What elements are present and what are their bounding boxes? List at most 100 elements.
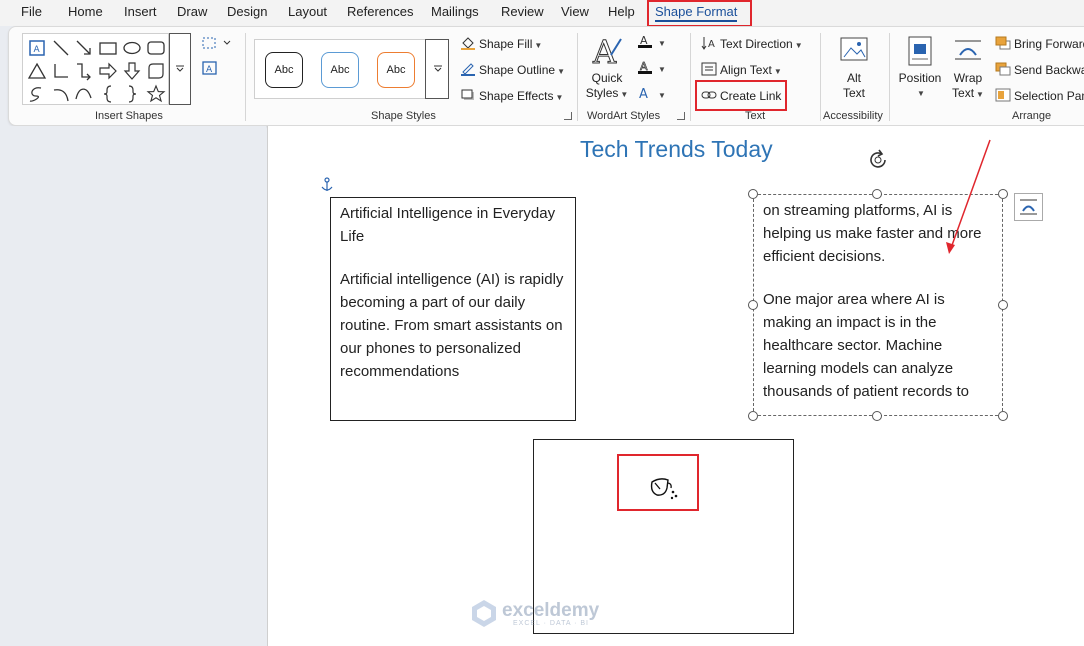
wordart-styles-dialog-launcher[interactable]	[677, 112, 685, 120]
quick-styles-button[interactable]: A Quick Styles ▼	[583, 33, 631, 102]
arrow-line-shape-icon[interactable]	[74, 38, 94, 58]
group-separator	[820, 33, 821, 121]
position-label: Position	[898, 71, 942, 85]
text-direction-button[interactable]: A Text Direction ▼	[701, 36, 803, 51]
annotation-arrow-icon	[946, 139, 991, 254]
tab-shape-format[interactable]: Shape Format	[655, 4, 738, 22]
text-fill-button[interactable]: A ▼	[637, 34, 666, 49]
freeform-scribble-shape-icon[interactable]	[27, 84, 47, 104]
snip-corner-shape-icon[interactable]	[146, 61, 166, 81]
star-shape-icon[interactable]	[146, 84, 166, 104]
watermark-name: exceldemy	[502, 600, 600, 621]
wrap-text-button[interactable]: Wrap Text ▼	[946, 35, 990, 102]
shape-effects-label: Shape Effects	[479, 89, 554, 103]
tab-layout[interactable]: Layout	[288, 4, 327, 19]
selection-pane-button[interactable]: Selection Pane	[995, 88, 1084, 103]
elbow-connector-shape-icon[interactable]	[51, 61, 71, 81]
text-box-shape-icon[interactable]: A	[27, 38, 47, 58]
resize-handle-bottom[interactable]	[872, 411, 882, 421]
send-backward-button[interactable]: Send Backward	[995, 62, 1084, 77]
text-box-1[interactable]: Artificial Intelligence in Everyday Life…	[330, 197, 576, 421]
exceldemy-logo-icon	[472, 600, 496, 627]
draw-text-box-icon[interactable]: A	[201, 60, 219, 76]
text-box-2-paragraph-2: One major area where AI is making an imp…	[763, 291, 969, 400]
arc-shape-icon[interactable]	[51, 84, 71, 104]
triangle-shape-icon[interactable]	[27, 61, 47, 81]
style-preset-1[interactable]: Abc	[265, 52, 303, 88]
document-title[interactable]: Tech Trends Today	[580, 136, 773, 163]
position-button[interactable]: Position ▼	[895, 35, 945, 101]
shape-fill-label: Shape Fill	[479, 37, 533, 51]
resize-handle-bottom-left[interactable]	[748, 411, 758, 421]
text-outline-button[interactable]: A ▼	[637, 60, 666, 75]
shapes-gallery-more-button[interactable]	[169, 33, 191, 105]
tab-help[interactable]: Help	[608, 4, 635, 19]
group-separator	[690, 33, 691, 121]
group-label-wordart-styles: WordArt Styles	[587, 110, 661, 122]
shape-styles-more-button[interactable]	[425, 39, 449, 99]
rounded-rectangle-shape-icon[interactable]	[146, 38, 166, 58]
shape-fill-button[interactable]: Shape Fill ▼	[460, 36, 542, 51]
resize-handle-left[interactable]	[748, 300, 758, 310]
align-text-button[interactable]: Align Text ▼	[701, 62, 782, 77]
alt-text-image-icon	[840, 37, 868, 61]
edit-shape-icon[interactable]	[201, 36, 235, 50]
down-arrow-shape-icon[interactable]	[122, 61, 142, 81]
text-effects-button[interactable]: A ▼	[637, 86, 666, 101]
alt-text-label-1: Alt	[846, 71, 861, 85]
create-link-label: Create Link	[720, 89, 782, 103]
ribbon-tab-bar: File Home Insert Draw Design Layout Refe…	[0, 0, 1084, 26]
style-preset-3[interactable]: Abc	[377, 52, 415, 88]
shape-effects-button[interactable]: Shape Effects ▼	[460, 88, 563, 103]
shapes-gallery: A	[22, 33, 169, 105]
oval-shape-icon[interactable]	[122, 38, 142, 58]
resize-handle-top-left[interactable]	[748, 189, 758, 199]
bring-forward-button[interactable]: Bring Forward	[995, 36, 1084, 51]
quick-styles-label-2: Styles	[585, 86, 619, 100]
layout-options-button[interactable]	[1014, 193, 1043, 221]
tab-review[interactable]: Review	[501, 4, 544, 19]
group-label-accessibility: Accessibility	[823, 110, 883, 122]
left-brace-shape-icon[interactable]	[98, 84, 118, 104]
quick-styles-label-1: Quick	[591, 71, 623, 85]
group-separator	[889, 33, 890, 121]
rectangle-shape-icon[interactable]	[98, 38, 118, 58]
align-text-label: Align Text	[720, 63, 772, 77]
resize-handle-bottom-right[interactable]	[998, 411, 1008, 421]
wordart-a-icon: A	[592, 33, 622, 72]
text-direction-label: Text Direction	[720, 37, 793, 51]
bring-forward-icon	[995, 36, 1011, 50]
right-arrow-shape-icon[interactable]	[98, 61, 118, 81]
create-link-button[interactable]: Create Link	[701, 88, 781, 103]
tab-references[interactable]: References	[347, 4, 413, 19]
shape-styles-dialog-launcher[interactable]	[564, 112, 572, 120]
curve-shape-icon[interactable]	[74, 84, 94, 104]
alt-text-button[interactable]: Alt Text	[833, 35, 875, 101]
tab-design[interactable]: Design	[227, 4, 267, 19]
style-preset-2[interactable]: Abc	[321, 52, 359, 88]
tab-view[interactable]: View	[561, 4, 589, 19]
line-shape-icon[interactable]	[51, 38, 71, 58]
text-outline-icon: A	[638, 60, 652, 74]
text-box-1-heading: Artificial Intelligence in Everyday Life	[340, 205, 556, 245]
tab-home[interactable]: Home	[68, 4, 103, 19]
resize-handle-right[interactable]	[998, 300, 1008, 310]
align-text-icon	[701, 62, 717, 76]
group-label-arrange: Arrange	[1012, 110, 1052, 122]
shape-effects-icon	[461, 89, 474, 100]
group-label-text: Text	[745, 110, 766, 122]
tab-file[interactable]: File	[21, 4, 42, 19]
wrap-text-icon	[955, 40, 981, 60]
tab-draw[interactable]: Draw	[177, 4, 207, 19]
tab-mailings[interactable]: Mailings	[431, 4, 479, 19]
selection-pane-icon	[995, 88, 1011, 102]
text-direction-icon: A	[701, 37, 715, 50]
shape-outline-button[interactable]: Shape Outline ▼	[460, 62, 565, 77]
rotate-handle-icon[interactable]	[866, 148, 890, 172]
resize-handle-top[interactable]	[872, 189, 882, 199]
watermark-tagline: EXCEL · DATA · BI	[513, 620, 589, 627]
elbow-arrow-shape-icon[interactable]	[74, 61, 94, 81]
resize-handle-top-right[interactable]	[998, 189, 1008, 199]
tab-insert[interactable]: Insert	[124, 4, 157, 19]
right-brace-shape-icon[interactable]	[122, 84, 142, 104]
